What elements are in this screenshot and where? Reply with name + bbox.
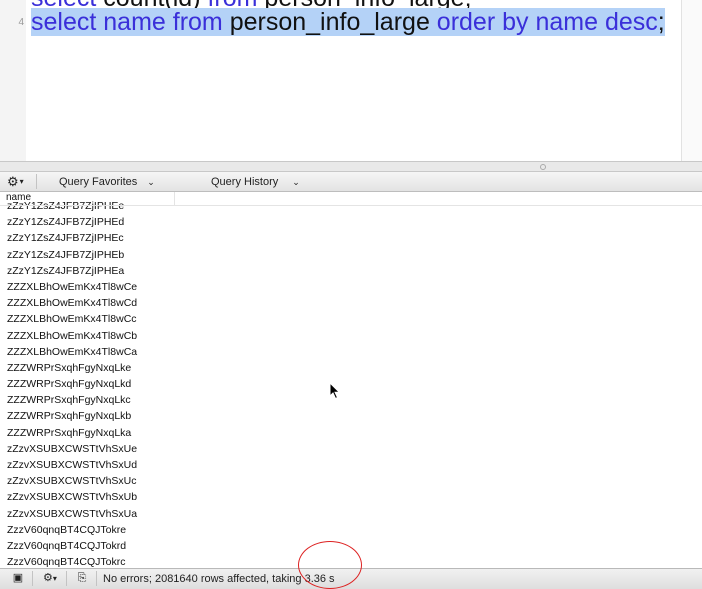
table-row[interactable]: zZzvXSUBXCWSTtVhSxUc — [0, 473, 702, 489]
caret-down-icon: ▾ — [19, 177, 24, 186]
table-row[interactable]: zZzY1ZsZ4JFB7ZjIPHEd — [0, 214, 702, 230]
table-row[interactable]: zZzvXSUBXCWSTtVhSxUd — [0, 457, 702, 473]
sql-text: name — [528, 8, 605, 36]
mouse-pointer-icon — [329, 382, 341, 400]
column-header-name[interactable]: name — [0, 192, 702, 206]
sql-line-current[interactable]: select name from person_info_large order… — [31, 2, 665, 42]
sql-keyword: select — [31, 8, 97, 36]
query-history-menu[interactable]: Query History ⌄ — [211, 175, 300, 189]
line-number: 4 — [18, 17, 24, 28]
sql-keyword: desc — [604, 8, 658, 36]
status-divider — [96, 571, 97, 586]
results-table[interactable]: zZzY1ZsZ4JFB7ZjIPHEe zZzY1ZsZ4JFB7ZjIPHEd… — [0, 192, 702, 568]
copy-results-icon[interactable]: ⎘ — [72, 571, 92, 586]
results-rows: zZzY1ZsZ4JFB7ZjIPHEe zZzY1ZsZ4JFB7ZjIPHEd… — [0, 198, 702, 568]
table-row[interactable]: zZzvXSUBXCWSTtVhSxUb — [0, 489, 702, 505]
table-row[interactable]: ZZZXLBhOwEmKx4Tl8wCc — [0, 311, 702, 327]
table-row[interactable]: ZZZXLBhOwEmKx4Tl8wCd — [0, 295, 702, 311]
annotation-circle — [298, 541, 362, 589]
query-toolbar: ⚙▾ Query Favorites ⌄ Query History ⌄ — [0, 172, 702, 192]
line-number-gutter: 4 — [0, 0, 26, 162]
table-row[interactable]: ZzzV60qnqBT4CQJTokre — [0, 522, 702, 538]
chevron-down-icon: ⌄ — [292, 177, 300, 187]
table-row[interactable]: ZZZXLBhOwEmKx4Tl8wCa — [0, 344, 702, 360]
column-header-label: name — [6, 192, 32, 203]
table-row[interactable]: zZzY1ZsZ4JFB7ZjIPHEc — [0, 230, 702, 246]
gear-icon[interactable]: ⚙▾ — [7, 174, 24, 189]
toolbar-divider — [36, 174, 37, 189]
table-row[interactable]: ZZZWRPrSxqhFgyNxqLke — [0, 360, 702, 376]
gear-icon[interactable]: ⚙▾ — [38, 571, 62, 586]
table-row[interactable]: zZzvXSUBXCWSTtVhSxUe — [0, 441, 702, 457]
sql-text: ; — [657, 8, 665, 36]
query-editor[interactable]: 4 select count(id) from person_info_larg… — [0, 0, 702, 162]
table-row[interactable]: ZZZWRPrSxqhFgyNxqLkb — [0, 408, 702, 424]
toggle-panel-icon[interactable]: ▣ — [8, 571, 28, 586]
sql-table-name: person_info_large — [222, 8, 437, 36]
query-history-label: Query History — [211, 176, 279, 188]
sql-keyword: from — [172, 8, 223, 36]
sql-keyword: order by — [436, 8, 529, 36]
chevron-down-icon: ⌄ — [147, 177, 155, 187]
table-row[interactable]: zZzvXSUBXCWSTtVhSxUa — [0, 506, 702, 522]
column-divider[interactable] — [174, 192, 175, 206]
status-divider — [32, 571, 33, 586]
table-row[interactable]: ZZZXLBhOwEmKx4Tl8wCb — [0, 328, 702, 344]
editor-scrollbar[interactable] — [681, 0, 702, 162]
query-favorites-menu[interactable]: Query Favorites ⌄ — [59, 175, 155, 189]
query-favorites-label: Query Favorites — [59, 176, 138, 188]
table-row[interactable]: ZZZWRPrSxqhFgyNxqLka — [0, 425, 702, 441]
status-divider — [66, 571, 67, 586]
table-row[interactable]: ZZZWRPrSxqhFgyNxqLkd — [0, 376, 702, 392]
sql-text: name — [96, 8, 173, 36]
table-row[interactable]: ZZZWRPrSxqhFgyNxqLkc — [0, 392, 702, 408]
splitter-handle-icon[interactable] — [540, 164, 546, 170]
table-row[interactable]: zZzY1ZsZ4JFB7ZjIPHEa — [0, 263, 702, 279]
table-row[interactable]: zZzY1ZsZ4JFB7ZjIPHEb — [0, 247, 702, 263]
table-row[interactable]: ZZZXLBhOwEmKx4Tl8wCe — [0, 279, 702, 295]
pane-splitter[interactable] — [0, 161, 702, 172]
